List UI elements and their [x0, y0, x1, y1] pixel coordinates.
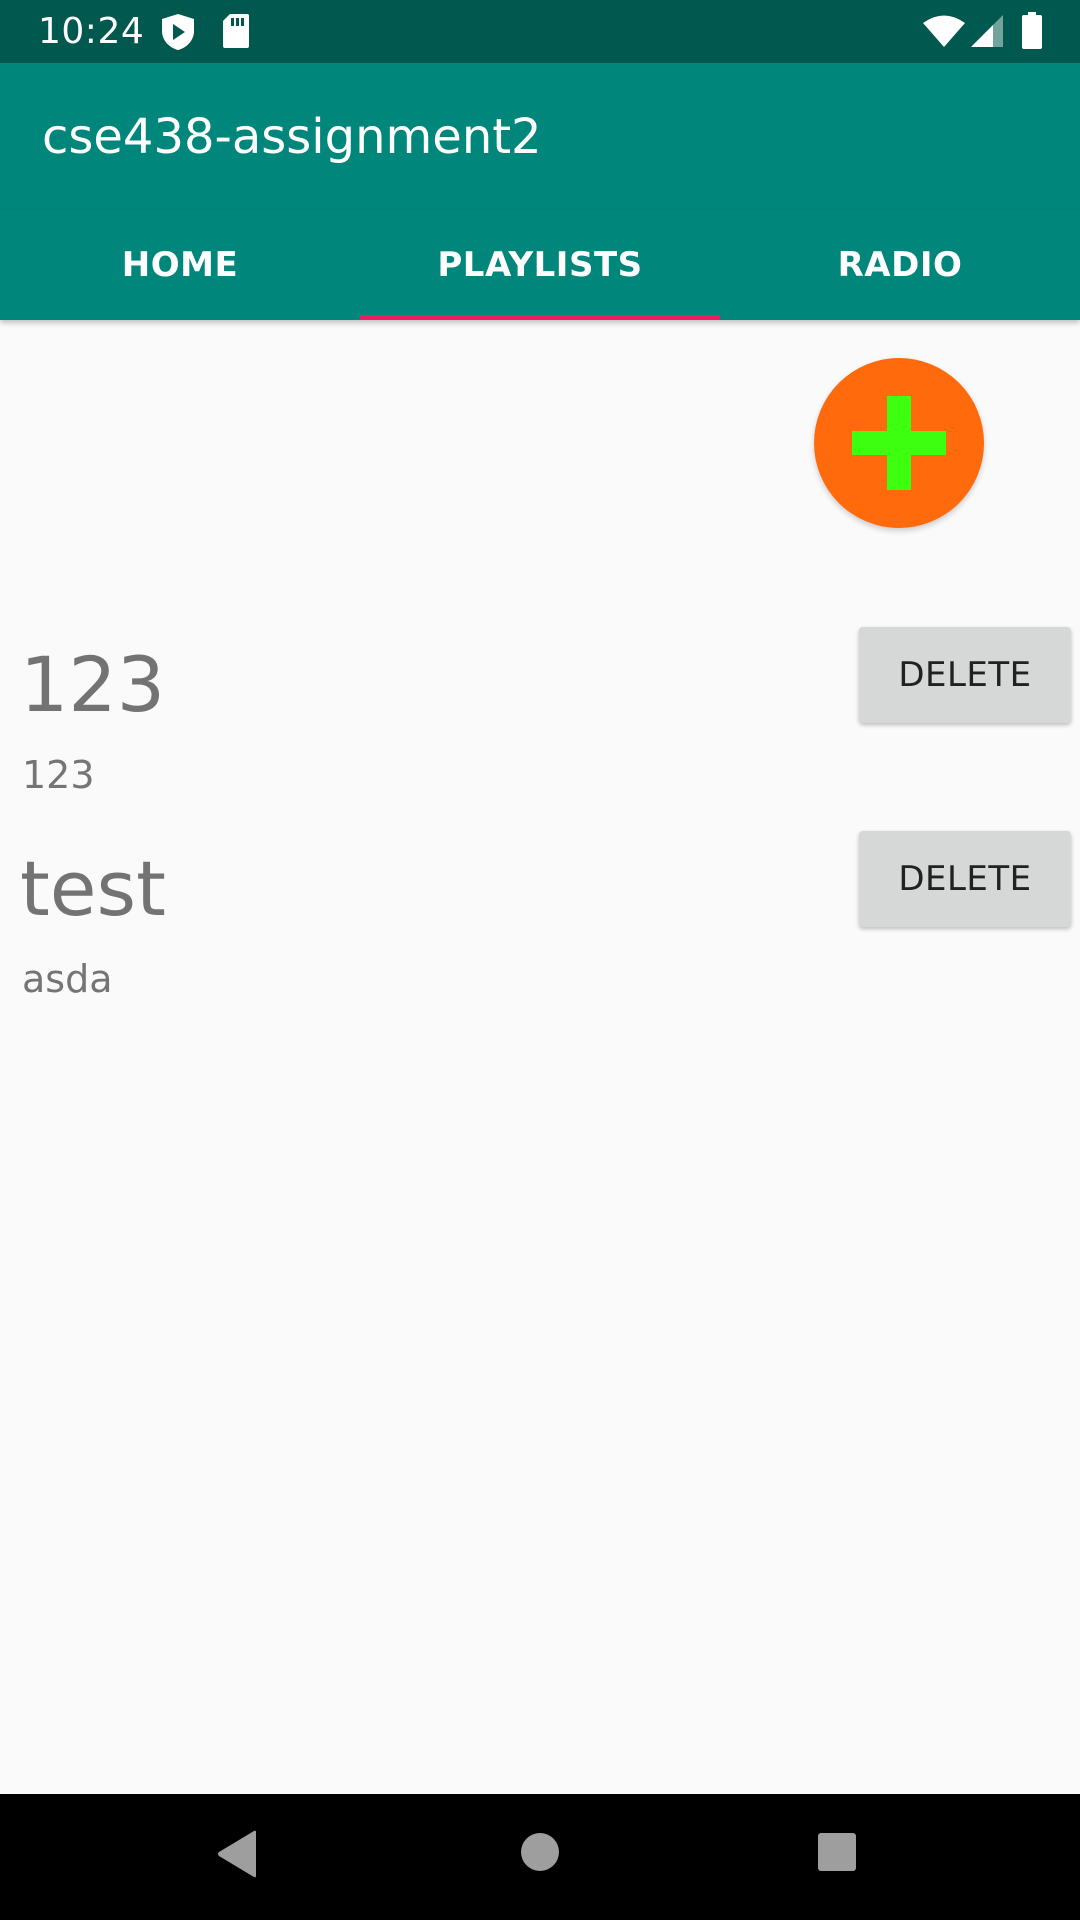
list-item: 123 123 DELETE — [0, 627, 1080, 845]
playlist-description: 123 — [22, 753, 95, 797]
tab-indicator — [360, 315, 720, 320]
battery-icon — [1021, 12, 1043, 55]
wifi-icon — [922, 14, 966, 53]
signal-icon — [970, 14, 1004, 53]
tab-playlists-label: PLAYLISTS — [437, 245, 643, 285]
playlist-name: test — [20, 844, 166, 933]
delete-button[interactable]: DELETE — [859, 831, 1071, 927]
sd-card-icon — [222, 13, 250, 54]
tab-home-label: HOME — [121, 245, 239, 285]
tab-playlists[interactable]: PLAYLISTS — [360, 210, 720, 320]
app-bar: cse438-assignment2 — [0, 63, 1080, 210]
navigation-bar — [0, 1794, 1080, 1920]
back-icon[interactable] — [216, 1830, 258, 1883]
status-bar: 10:24 — [0, 0, 1080, 63]
tab-radio-label: RADIO — [837, 245, 963, 285]
tab-home[interactable]: HOME — [0, 210, 360, 320]
add-playlist-button[interactable] — [814, 358, 984, 528]
tab-radio[interactable]: RADIO — [720, 210, 1080, 320]
list-item: test asda DELETE — [0, 831, 1080, 1049]
recents-icon[interactable] — [817, 1832, 857, 1877]
playlist-name: 123 — [20, 640, 166, 729]
app-title: cse438-assignment2 — [42, 109, 542, 165]
playlist-description: asda — [22, 957, 113, 1001]
shield-icon — [160, 13, 196, 56]
delete-button[interactable]: DELETE — [859, 627, 1071, 723]
status-time: 10:24 — [38, 11, 145, 52]
home-icon[interactable] — [520, 1832, 560, 1877]
tab-bar: HOME PLAYLISTS RADIO — [0, 210, 1080, 320]
